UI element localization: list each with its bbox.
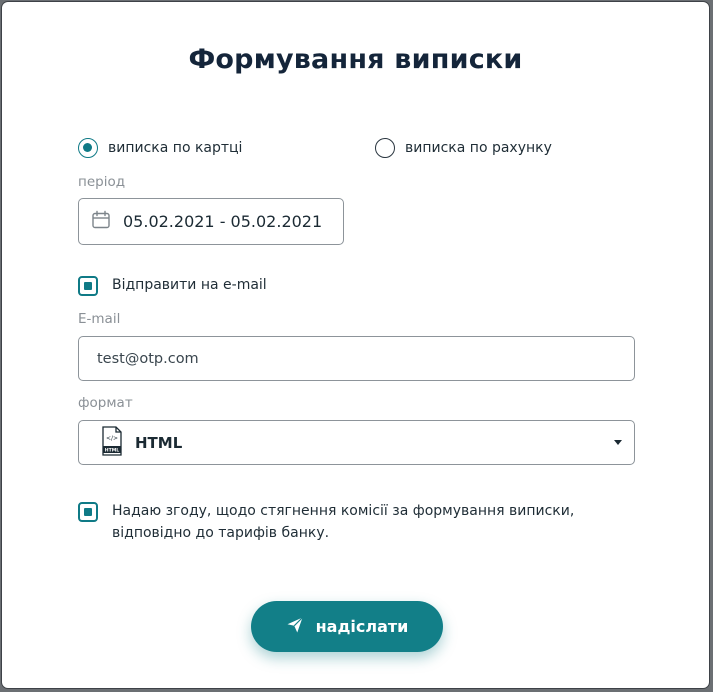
consent-checkbox[interactable] [78,502,98,522]
format-label: формат [78,395,133,411]
svg-text:</>: </> [106,435,118,442]
send-icon [286,616,304,638]
consent-checkbox-row[interactable]: Надаю згоду, щодо стягнення комісії за ф… [78,501,598,544]
radio-button-unselected[interactable] [375,138,395,158]
send-email-label: Відправити на e-mail [112,277,267,293]
period-label: період [78,174,126,190]
dialog-title: Формування виписки [188,44,523,75]
chevron-down-icon [614,440,622,445]
radio-button-selected[interactable] [78,138,98,158]
submit-button-label: надіслати [315,617,409,636]
radio-account-statement[interactable]: виписка по рахунку [375,138,552,158]
format-select[interactable]: </> HTML HTML [78,420,635,465]
consent-label: Надаю згоду, щодо стягнення комісії за ф… [112,503,575,541]
send-email-checkbox[interactable] [78,276,98,296]
send-email-checkbox-row[interactable]: Відправити на e-mail [78,276,267,297]
submit-button[interactable]: надіслати [251,601,443,652]
calendar-icon [91,210,111,234]
format-value: HTML [135,433,183,452]
radio-card-statement-label: виписка по картці [108,140,243,156]
period-date-range-picker[interactable]: 05.02.2021 - 05.02.2021 [78,198,344,245]
email-label: E-mail [78,311,121,327]
svg-text:HTML: HTML [105,447,120,453]
email-input[interactable] [78,336,635,381]
radio-card-statement[interactable]: виписка по картці [78,138,242,158]
period-value: 05.02.2021 - 05.02.2021 [123,212,323,231]
html-file-icon: </> HTML [101,425,123,460]
radio-account-statement-label: виписка по рахунку [405,140,552,156]
statement-dialog: Формування виписки виписка по картці вип… [2,2,709,688]
